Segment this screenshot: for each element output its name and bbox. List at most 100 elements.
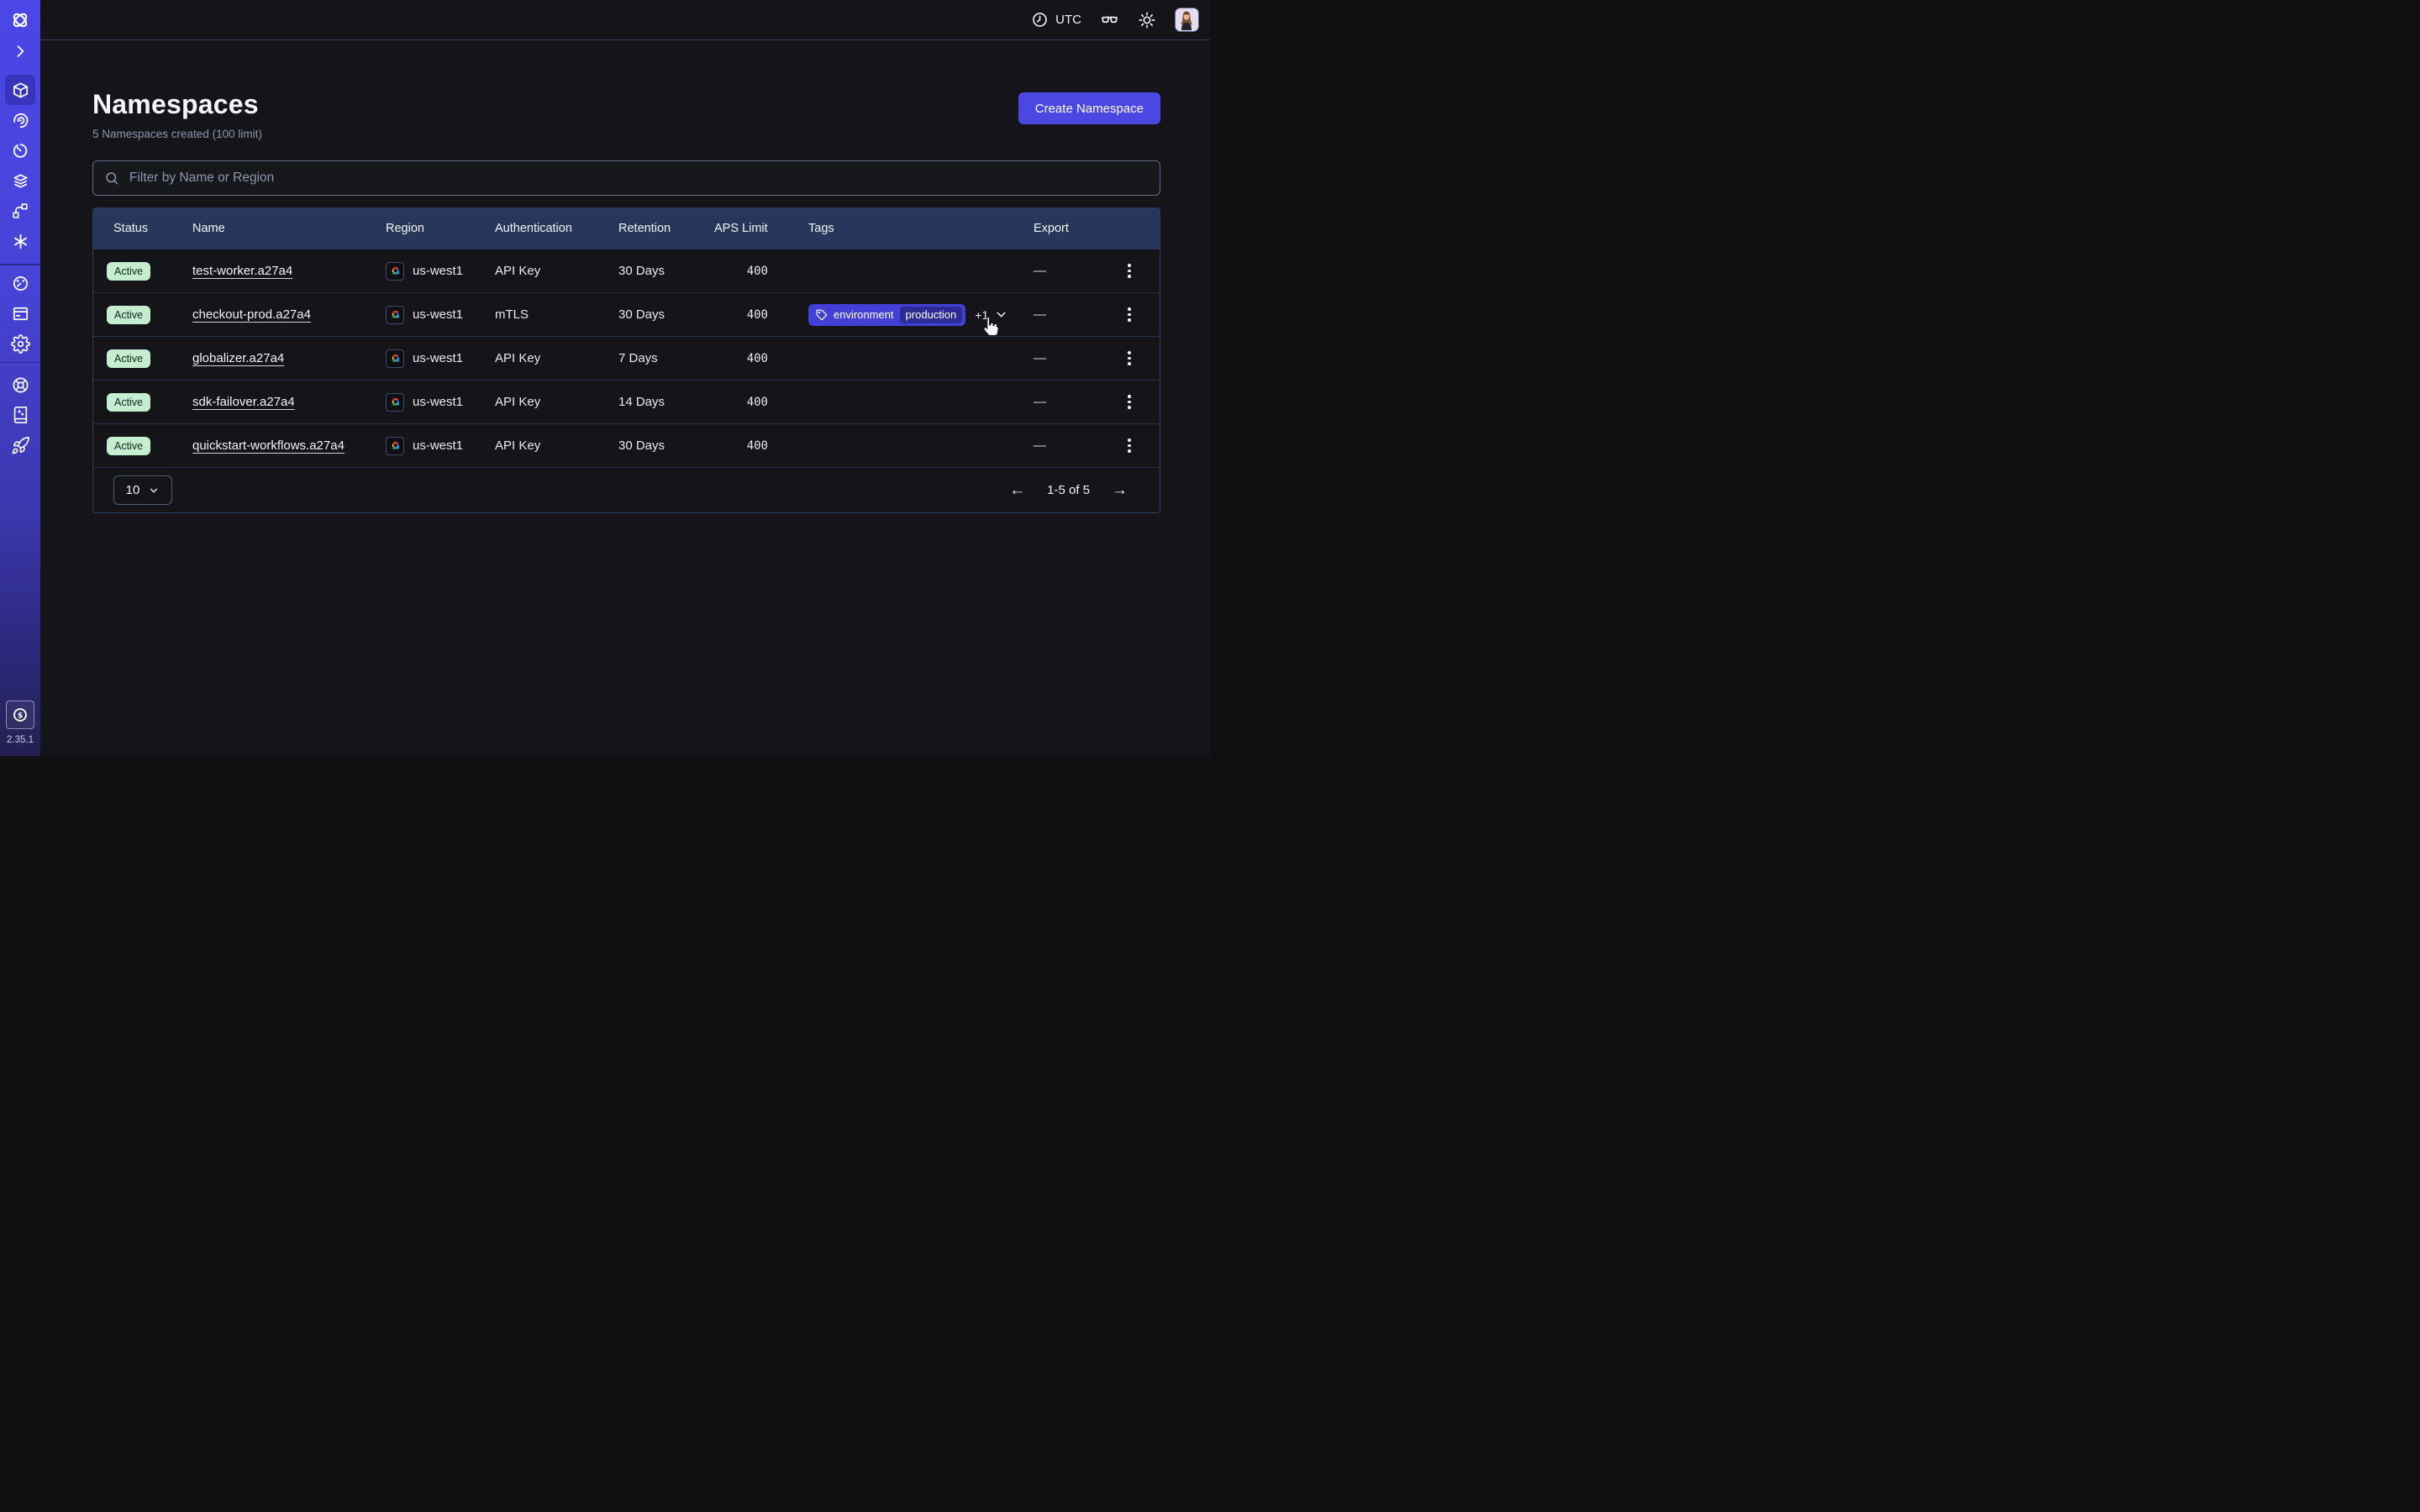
- sidebar-item-nexus[interactable]: [5, 226, 35, 256]
- sidebar-divider: [0, 362, 40, 364]
- region-cell: us-west1: [386, 393, 495, 412]
- sidebar-item-schedules[interactable]: [5, 135, 35, 165]
- rocket-icon: [11, 436, 30, 455]
- auth-label: API Key: [495, 351, 618, 365]
- main-area: UTC: [40, 0, 1210, 756]
- credits-badge-button[interactable]: $: [6, 701, 34, 729]
- sidebar-expand-button[interactable]: [11, 42, 29, 60]
- column-header-name[interactable]: Name: [192, 222, 386, 235]
- column-header-region[interactable]: Region: [386, 222, 495, 235]
- gcp-cloud-icon: [386, 306, 404, 324]
- auth-label: API Key: [495, 264, 618, 278]
- namespaces-table: Status Name Region Authentication Retent…: [92, 207, 1160, 513]
- sidebar-item-deployments[interactable]: [5, 165, 35, 196]
- table-row[interactable]: Active quickstart-workflows.a27a4: [93, 423, 1160, 467]
- auth-label: API Key: [495, 438, 618, 453]
- temporal-logo-icon[interactable]: [9, 9, 31, 31]
- table-row[interactable]: Active sdk-failover.a27a4: [93, 380, 1160, 423]
- table-row[interactable]: Active checkout-prod.a27a4: [93, 292, 1160, 336]
- sidebar-item-billing[interactable]: [5, 299, 35, 329]
- chevron-down-icon[interactable]: [994, 307, 1008, 322]
- previous-page-button[interactable]: ←: [1009, 482, 1025, 498]
- auth-label: mTLS: [495, 307, 618, 322]
- gcp-cloud-icon: [386, 349, 404, 368]
- row-menu-button[interactable]: [1119, 345, 1139, 372]
- app-version: 2.35.1: [7, 735, 34, 745]
- sidebar-item-namespaces[interactable]: [5, 75, 35, 105]
- row-menu-button[interactable]: [1119, 389, 1139, 416]
- table-row[interactable]: Active globalizer.a27a4: [93, 336, 1160, 380]
- region-label: us-west1: [413, 438, 463, 453]
- sidebar-item-getting-started[interactable]: [5, 430, 35, 460]
- namespace-link[interactable]: quickstart-workflows.a27a4: [192, 438, 345, 453]
- sidebar-item-settings[interactable]: [5, 329, 35, 360]
- tag-pill[interactable]: environment production: [808, 304, 965, 326]
- retention-label: 30 Days: [618, 307, 714, 322]
- table-body: Active test-worker.a27a4: [93, 249, 1160, 467]
- column-header-status[interactable]: Status: [93, 222, 192, 235]
- export-value: —: [1034, 264, 1119, 278]
- aps-limit-value: 400: [714, 439, 808, 453]
- export-value: —: [1034, 351, 1119, 365]
- dollar-seal-icon: $: [11, 706, 29, 724]
- page-size-select[interactable]: 10: [113, 475, 172, 505]
- pagination: ← 1-5 of 5 →: [1009, 482, 1160, 498]
- column-header-export[interactable]: Export: [1034, 222, 1119, 235]
- namespace-link[interactable]: checkout-prod.a27a4: [192, 307, 311, 322]
- tags-more-count[interactable]: +1: [975, 308, 988, 322]
- column-header-auth[interactable]: Authentication: [495, 222, 618, 235]
- timezone-label: UTC: [1055, 13, 1081, 27]
- status-badge: Active: [107, 393, 150, 412]
- glasses-icon: [1100, 10, 1119, 29]
- filter-input[interactable]: [128, 170, 1149, 186]
- namespace-link[interactable]: sdk-failover.a27a4: [192, 395, 295, 409]
- topbar: UTC: [40, 0, 1210, 40]
- column-header-retention[interactable]: Retention: [618, 222, 714, 235]
- namespace-link[interactable]: globalizer.a27a4: [192, 351, 284, 365]
- retention-label: 30 Days: [618, 264, 714, 278]
- sidebar-item-workflows[interactable]: [5, 196, 35, 226]
- filter-bar[interactable]: [92, 160, 1160, 196]
- workflow-branch-icon: [11, 202, 29, 220]
- table-footer: 10 ← 1-5 of 5 →: [93, 467, 1160, 512]
- table-row[interactable]: Active test-worker.a27a4: [93, 249, 1160, 292]
- svg-text:$: $: [18, 711, 23, 720]
- sidebar: $ 2.35.1: [0, 0, 40, 756]
- tag-icon: [816, 309, 828, 321]
- timezone-selector[interactable]: UTC: [1031, 11, 1081, 29]
- row-menu-button[interactable]: [1119, 433, 1139, 459]
- pagination-range: 1-5 of 5: [1047, 483, 1090, 497]
- row-menu-button[interactable]: [1119, 302, 1139, 328]
- tags-cell: environment production +1: [808, 304, 1034, 326]
- column-header-aps[interactable]: APS Limit: [714, 222, 808, 235]
- readability-glasses-button[interactable]: [1100, 10, 1119, 29]
- aps-limit-value: 400: [714, 352, 808, 365]
- user-avatar[interactable]: [1175, 8, 1199, 32]
- cube-icon: [11, 81, 30, 100]
- sidebar-item-docs[interactable]: [5, 400, 35, 430]
- sidebar-item-monitors[interactable]: [5, 105, 35, 135]
- lifebuoy-icon: [11, 375, 30, 395]
- sidebar-divider: [0, 264, 40, 265]
- namespace-link[interactable]: test-worker.a27a4: [192, 264, 292, 278]
- region-label: us-west1: [413, 351, 463, 365]
- tag-value: production: [900, 307, 963, 323]
- region-cell: us-west1: [386, 437, 495, 455]
- theme-toggle-button[interactable]: [1138, 11, 1156, 29]
- sidebar-item-usage[interactable]: [5, 269, 35, 299]
- aps-limit-value: 400: [714, 308, 808, 322]
- chevron-down-icon: [148, 485, 160, 496]
- region-label: us-west1: [413, 264, 463, 278]
- row-menu-button[interactable]: [1119, 258, 1139, 285]
- status-badge: Active: [107, 349, 150, 368]
- clock-icon: [1031, 11, 1049, 29]
- status-badge: Active: [107, 437, 150, 455]
- sidebar-item-support[interactable]: [5, 370, 35, 400]
- next-page-button[interactable]: →: [1112, 482, 1128, 498]
- aps-limit-value: 400: [714, 265, 808, 278]
- aps-limit-value: 400: [714, 396, 808, 409]
- page-title: Namespaces: [92, 89, 262, 119]
- create-namespace-button[interactable]: Create Namespace: [1018, 92, 1160, 124]
- page-size-value: 10: [126, 483, 140, 497]
- column-header-tags[interactable]: Tags: [808, 222, 1034, 235]
